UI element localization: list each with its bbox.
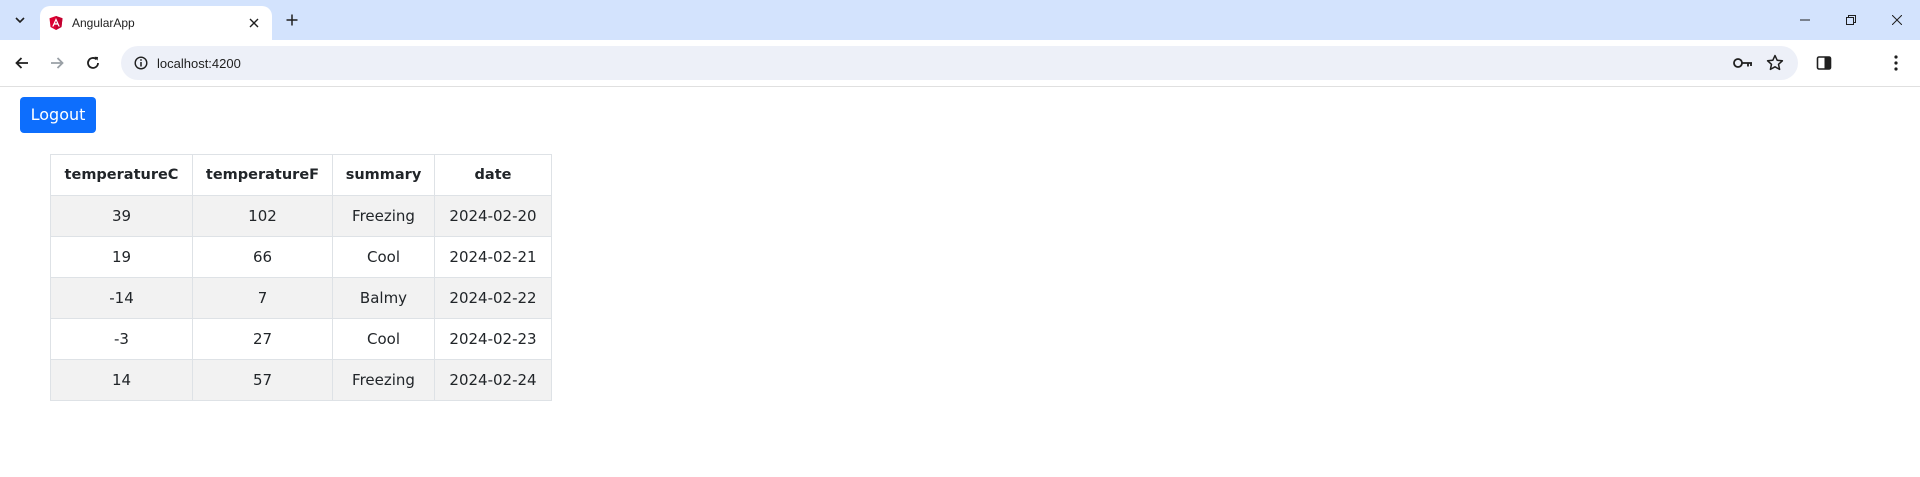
- password-key-button[interactable]: [1733, 54, 1753, 72]
- cell-temperaturef: 102: [192, 195, 333, 237]
- close-icon: [249, 18, 259, 28]
- minimize-window-button[interactable]: [1782, 0, 1828, 40]
- back-button[interactable]: [8, 49, 36, 77]
- cell-temperaturec: -3: [50, 318, 193, 360]
- table-header-row: temperatureC temperatureF summary date: [50, 154, 552, 196]
- window-close-icon: [1892, 15, 1902, 25]
- table-row: 14 57 Freezing 2024-02-24: [50, 359, 552, 401]
- column-header-summary: summary: [332, 154, 435, 196]
- cell-temperaturec: 14: [50, 359, 193, 401]
- reload-icon: [87, 56, 99, 69]
- logout-button[interactable]: Logout: [20, 97, 96, 133]
- column-header-temperaturec: temperatureC: [50, 154, 193, 196]
- side-panel-icon: [1816, 56, 1832, 70]
- cell-summary: Freezing: [332, 359, 435, 401]
- back-arrow-icon: [15, 57, 28, 69]
- address-bar[interactable]: localhost:4200: [121, 46, 1798, 80]
- reload-button[interactable]: [79, 49, 107, 77]
- url-text: localhost:4200: [157, 56, 241, 71]
- cell-temperaturef: 66: [192, 236, 333, 278]
- plus-icon: [286, 14, 298, 26]
- tab-search-icon: [15, 17, 25, 24]
- table-row: 19 66 Cool 2024-02-21: [50, 236, 552, 278]
- new-tab-button[interactable]: [280, 8, 304, 32]
- browser-toolbar: localhost:4200: [0, 40, 1920, 87]
- restore-icon: [1846, 15, 1856, 25]
- cell-temperaturef: 27: [192, 318, 333, 360]
- column-header-date: date: [434, 154, 552, 196]
- bookmark-button[interactable]: [1765, 53, 1785, 73]
- kebab-menu-icon: [1894, 55, 1898, 71]
- weather-forecast-table: temperatureC temperatureF summary date 3…: [50, 154, 552, 401]
- cell-date: 2024-02-21: [434, 236, 552, 278]
- table-row: 39 102 Freezing 2024-02-20: [50, 195, 552, 237]
- site-info-icon: [134, 56, 148, 70]
- browser-tab-strip: AngularApp: [0, 0, 1920, 40]
- side-panel-button[interactable]: [1814, 53, 1834, 73]
- forward-button[interactable]: [43, 49, 71, 77]
- cell-temperaturec: -14: [50, 277, 193, 319]
- tab-close-button[interactable]: [246, 15, 262, 31]
- cell-temperaturec: 39: [50, 195, 193, 237]
- cell-summary: Balmy: [332, 277, 435, 319]
- site-info-button[interactable]: [133, 55, 149, 71]
- table-row: -14 7 Balmy 2024-02-22: [50, 277, 552, 319]
- table-row: -3 27 Cool 2024-02-23: [50, 318, 552, 360]
- minimize-icon: [1800, 19, 1810, 21]
- cell-temperaturef: 7: [192, 277, 333, 319]
- angular-logo-icon: [49, 16, 63, 30]
- restore-window-button[interactable]: [1828, 0, 1874, 40]
- close-window-button[interactable]: [1874, 0, 1920, 40]
- cell-date: 2024-02-24: [434, 359, 552, 401]
- forward-arrow-icon: [51, 57, 64, 69]
- cell-summary: Freezing: [332, 195, 435, 237]
- cell-temperaturef: 57: [192, 359, 333, 401]
- tab-search-button[interactable]: [8, 8, 32, 32]
- page-content: Logout temperatureC temperatureF summary…: [0, 87, 1920, 477]
- cell-date: 2024-02-22: [434, 277, 552, 319]
- tab-title: AngularApp: [72, 16, 135, 30]
- browser-tab-active[interactable]: AngularApp: [40, 6, 272, 40]
- cell-date: 2024-02-20: [434, 195, 552, 237]
- key-icon: [1733, 58, 1752, 68]
- star-icon: [1766, 54, 1784, 71]
- cell-temperaturec: 19: [50, 236, 193, 278]
- cell-date: 2024-02-23: [434, 318, 552, 360]
- column-header-temperaturef: temperatureF: [192, 154, 333, 196]
- cell-summary: Cool: [332, 236, 435, 278]
- browser-menu-button[interactable]: [1886, 53, 1906, 73]
- cell-summary: Cool: [332, 318, 435, 360]
